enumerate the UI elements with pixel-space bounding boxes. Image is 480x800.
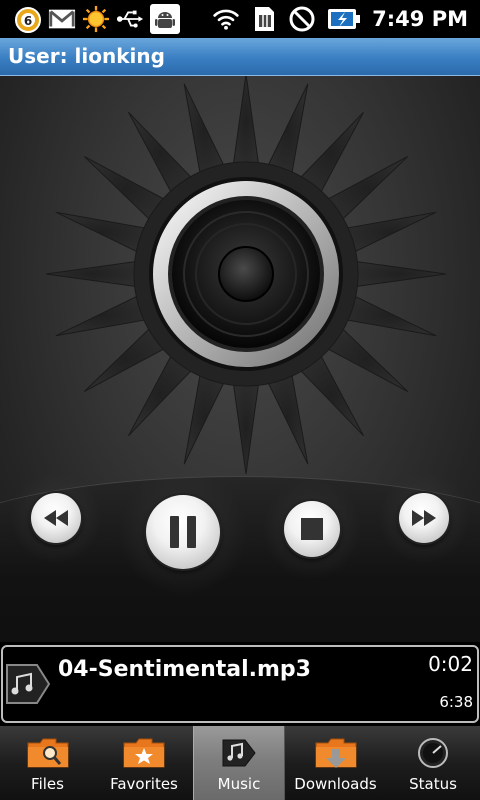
gauge-icon <box>418 738 448 768</box>
tab-files[interactable]: Files <box>0 726 95 800</box>
tab-files-label: Files <box>31 775 64 793</box>
music-tag-icon <box>222 739 256 767</box>
pause-button[interactable] <box>146 495 220 569</box>
track-title: 04-Sentimental.mp3 <box>58 657 311 682</box>
music-note-tag-icon <box>6 664 51 704</box>
total-time: 6:38 <box>439 693 473 711</box>
sunburst-ray <box>266 83 309 177</box>
tab-music-label: Music <box>217 775 261 793</box>
speaker-graphic <box>149 177 343 371</box>
tab-downloads-label: Downloads <box>294 775 377 793</box>
folder-star-icon <box>123 738 165 768</box>
stop-button[interactable] <box>284 501 340 557</box>
gmail-icon <box>48 5 76 33</box>
status-time: 7:49 PM <box>372 7 468 31</box>
user-title: User: lionking <box>8 44 165 68</box>
player-area <box>0 76 480 642</box>
notification-count-icon: 6 <box>14 5 42 33</box>
tab-favorites[interactable]: Favorites <box>95 726 193 800</box>
status-bar: 6 7:49 PM <box>0 0 480 38</box>
sim-icon <box>250 5 278 33</box>
folder-search-icon <box>27 738 68 768</box>
bottom-tab-bar: Files Favorites Music Downloads Status <box>0 726 480 800</box>
folder-download-icon <box>315 738 356 768</box>
tab-music[interactable]: Music <box>193 726 285 800</box>
fast-forward-button[interactable] <box>399 493 449 543</box>
sunburst-ray <box>55 211 149 254</box>
sunburst-ray <box>343 294 437 337</box>
wifi-icon <box>212 5 240 33</box>
sunburst-ray <box>183 83 226 177</box>
weather-sun-icon <box>82 5 110 33</box>
rewind-button[interactable] <box>31 493 81 543</box>
tab-status[interactable]: Status <box>386 726 480 800</box>
fast-forward-icon <box>412 510 436 526</box>
sunburst-ray <box>183 371 226 465</box>
sunburst-ray <box>45 260 140 288</box>
rewind-icon <box>44 510 68 526</box>
pause-icon <box>170 516 196 548</box>
now-playing-panel[interactable]: 04-Sentimental.mp3 0:02 6:38 <box>1 645 479 723</box>
sunburst-ray <box>232 76 260 168</box>
sunburst-ray <box>343 211 437 254</box>
title-bar: User: lionking <box>0 38 480 76</box>
stop-icon <box>301 518 323 540</box>
android-debug-icon <box>150 4 180 34</box>
sunburst-ray <box>266 371 309 465</box>
sunburst-ray <box>55 294 149 337</box>
elapsed-time: 0:02 <box>428 652 473 676</box>
sunburst-ray <box>352 260 447 288</box>
tab-downloads[interactable]: Downloads <box>285 726 386 800</box>
sunburst-ray <box>232 380 260 475</box>
notification-count: 6 <box>24 14 32 28</box>
battery-charging-icon <box>326 5 362 33</box>
do-not-disturb-icon <box>288 5 316 33</box>
tab-status-label: Status <box>409 775 457 793</box>
usb-icon <box>116 5 144 33</box>
tab-favorites-label: Favorites <box>110 775 178 793</box>
